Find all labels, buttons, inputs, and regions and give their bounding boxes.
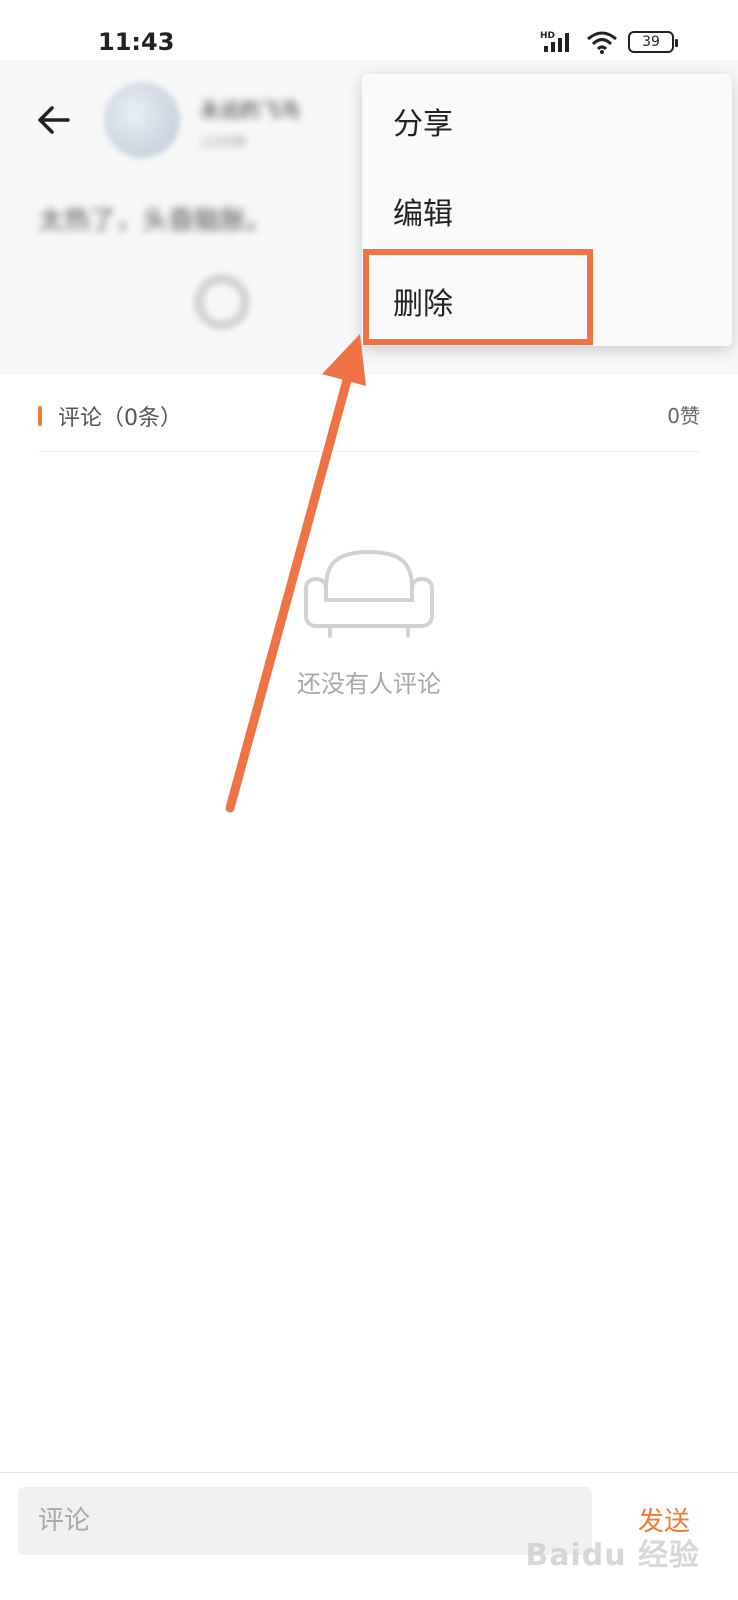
battery-icon: 39: [628, 31, 678, 53]
sofa-icon: [304, 549, 434, 638]
highlight-box: [363, 249, 593, 345]
author-name: 永远的飞鸟: [200, 98, 300, 122]
back-arrow-icon[interactable]: [34, 100, 74, 140]
status-icons: HD 39: [540, 30, 678, 54]
menu-item-share[interactable]: 分享: [362, 76, 732, 166]
comment-accent-bar: [38, 406, 42, 426]
post-text: 太热了，头昏脑胀。: [38, 206, 273, 236]
avatar[interactable]: [104, 82, 180, 158]
status-time: 11:43: [98, 28, 175, 56]
comment-header: 评论（0条） 0赞: [38, 396, 700, 452]
comment-input[interactable]: [18, 1487, 592, 1555]
author-subtitle: 12分钟: [200, 135, 246, 151]
wifi-icon: [587, 31, 617, 54]
baidu-watermark: Baidu 经验: [525, 1538, 700, 1573]
signal-icon: HD: [540, 31, 569, 52]
menu-item-edit[interactable]: 编辑: [362, 166, 732, 256]
comment-title: 评论（0条）: [58, 406, 182, 431]
bottom-bar: 发送 Baidu 经验: [0, 1472, 738, 1600]
empty-comments-text: 还没有人评论: [297, 670, 441, 698]
svg-text:HD: HD: [540, 31, 555, 41]
like-count: 0赞: [667, 404, 700, 428]
like-circle-icon[interactable]: [194, 274, 250, 330]
